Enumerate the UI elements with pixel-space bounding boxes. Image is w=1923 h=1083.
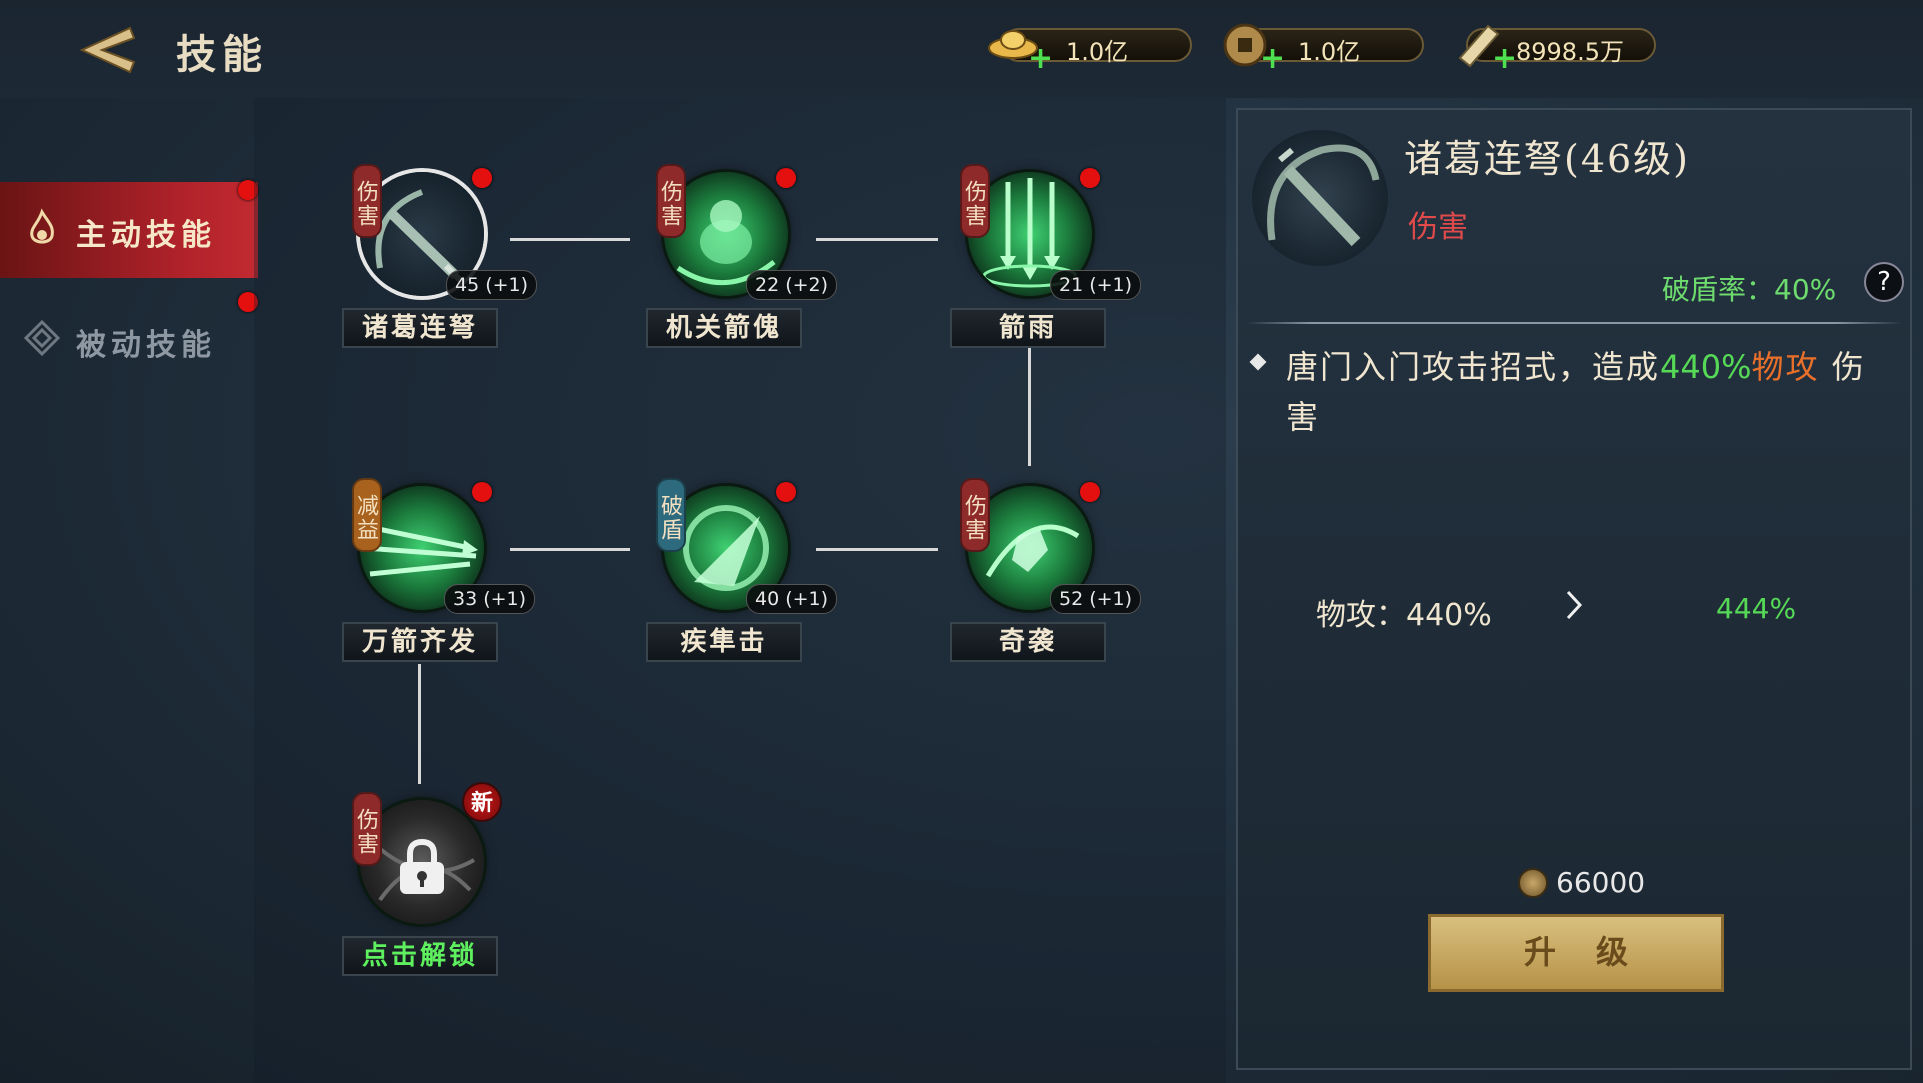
gold-value: 1.0亿	[1066, 38, 1129, 66]
currency-gold[interactable]: + 1.0亿	[988, 28, 1192, 74]
stat-next: 444%	[1716, 592, 1797, 625]
skill-tag: 减益	[352, 478, 382, 552]
skill-level: 45 (+1)	[446, 270, 538, 300]
skill-arrow-rain[interactable]: 伤害 21 (+1) 箭雨	[950, 164, 1142, 354]
stat-current: 440%	[1406, 598, 1492, 633]
connector-line	[510, 548, 630, 551]
arrow-right-icon	[1566, 590, 1583, 620]
desc-percent: 440%	[1660, 348, 1752, 386]
skill-level: 40 (+1)	[746, 584, 838, 614]
skill-level: 22 (+2)	[746, 270, 838, 300]
detail-skill-type: 伤害	[1408, 210, 1468, 245]
skill-description: 唐门入门攻击招式，造成440%物攻 伤害	[1286, 342, 1886, 442]
diamond-layers-icon	[23, 319, 61, 357]
skill-red-dot	[1080, 168, 1100, 188]
help-button[interactable]: ?	[1864, 262, 1904, 302]
skill-ten-thousand-arrows[interactable]: 减益 33 (+1) 万箭齐发	[342, 478, 536, 668]
connector-line	[510, 238, 630, 241]
skill-red-dot	[472, 168, 492, 188]
scroll-value: 8998.5万	[1516, 38, 1624, 66]
tab-passive-skills[interactable]: 被动技能	[0, 292, 258, 388]
flame-icon	[30, 208, 54, 244]
bullet-icon	[1249, 353, 1267, 371]
connector-line	[418, 664, 421, 784]
detail-skill-name: 诸葛连弩(46级)	[1404, 137, 1691, 181]
skill-zhuge-crossbow[interactable]: 伤害 45 (+1) 诸葛连弩	[342, 164, 538, 354]
skill-name: 箭雨	[950, 308, 1106, 348]
tab-active-skills-label: 主动技能	[76, 218, 216, 253]
top-bar: 技能 + 1.0亿 + 1.0亿 + 8998.5万	[0, 0, 1923, 98]
copper-coin-icon	[1518, 868, 1548, 898]
skill-mechanism-puppet[interactable]: 伤害 22 (+2) 机关箭傀	[646, 164, 838, 354]
crossbow-detail-icon	[1252, 130, 1388, 266]
desc-attribute: 物攻	[1751, 348, 1820, 386]
copper-value: 1.0亿	[1298, 38, 1361, 66]
connector-line	[816, 238, 938, 241]
stat-row: 物攻：440%	[1316, 590, 1492, 634]
skill-tag: 破盾	[656, 478, 686, 552]
lock-icon	[400, 838, 444, 894]
skill-name: 万箭齐发	[342, 622, 498, 662]
tab-active-skills[interactable]: 主动技能	[0, 182, 258, 278]
upgrade-cost: 66000	[1556, 866, 1646, 899]
skill-locked-slot[interactable]: 伤害 新 点击解锁	[342, 782, 502, 982]
skill-tag: 伤害	[352, 792, 382, 866]
skill-red-dot	[1080, 482, 1100, 502]
back-arrow-icon[interactable]	[72, 20, 142, 80]
stat-label: 物攻：	[1316, 598, 1406, 633]
divider	[1246, 322, 1902, 324]
skill-level: 21 (+1)	[1050, 270, 1142, 300]
add-copper-icon[interactable]: +	[1260, 44, 1285, 74]
currency-copper[interactable]: + 1.0亿	[1223, 23, 1424, 74]
skill-tag: 伤害	[656, 164, 686, 238]
skill-name: 疾隼击	[646, 622, 802, 662]
connector-line	[1028, 346, 1031, 466]
unlock-label: 点击解锁	[342, 936, 498, 976]
desc-prefix: 唐门入门攻击招式，造成	[1286, 348, 1661, 386]
skill-name: 奇袭	[950, 622, 1106, 662]
skill-name: 诸葛连弩	[342, 308, 498, 348]
add-scroll-icon[interactable]: +	[1492, 44, 1517, 74]
skill-level: 33 (+1)	[444, 584, 536, 614]
currency-scroll[interactable]: + 8998.5万	[1458, 24, 1656, 74]
page-title: 技能	[176, 31, 268, 78]
skill-tag: 伤害	[960, 478, 990, 552]
skill-ambush[interactable]: 伤害 52 (+1) 奇袭	[950, 478, 1142, 668]
skill-red-dot	[472, 482, 492, 502]
tab-passive-skills-label: 被动技能	[76, 328, 216, 363]
add-gold-icon[interactable]: +	[1028, 44, 1053, 74]
upgrade-button[interactable]: 升级	[1428, 914, 1724, 992]
skill-tag: 伤害	[352, 164, 382, 238]
skill-level: 52 (+1)	[1050, 584, 1142, 614]
skill-red-dot	[776, 168, 796, 188]
new-badge: 新	[462, 782, 502, 822]
skill-detail-panel: 诸葛连弩(46级) 伤害 破盾率：40% ? 唐门入门攻击招式，造成440%物攻…	[1236, 108, 1912, 1070]
skill-red-dot	[776, 482, 796, 502]
shield-break-rate: 破盾率：40%	[1662, 273, 1837, 306]
connector-line	[816, 548, 938, 551]
skill-tag: 伤害	[960, 164, 990, 238]
skill-name: 机关箭傀	[646, 308, 802, 348]
skill-falcon-strike[interactable]: 破盾 40 (+1) 疾隼击	[646, 478, 838, 668]
